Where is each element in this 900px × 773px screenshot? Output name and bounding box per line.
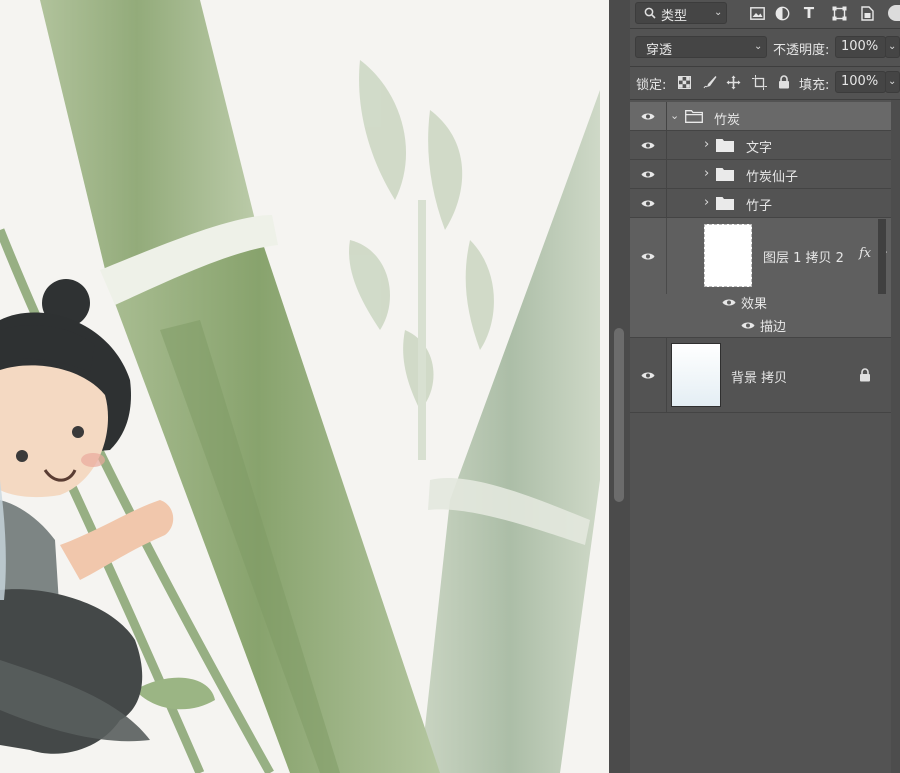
chevron-right-icon[interactable]: › (704, 166, 709, 181)
blend-mode-select[interactable]: 穿透 ⌄ (635, 36, 767, 58)
layer-name: 背景 拷贝 (731, 371, 788, 386)
chevron-right-icon[interactable]: › (704, 137, 709, 152)
lock-image-pixels-icon[interactable] (702, 74, 718, 90)
divider (630, 66, 900, 67)
layer-thumbnail (671, 343, 721, 407)
fill-label: 填充: (799, 78, 830, 93)
layer-name: 竹炭仙子 (746, 170, 799, 185)
folder-icon (716, 197, 734, 210)
filter-toggle-switch[interactable] (888, 5, 900, 21)
blend-mode-value: 穿透 (646, 43, 673, 58)
layers-panel: 类型 ⌄ T 穿透 ⌄ 不透明度: 100% ⌄ 锁定: 填充: 100% ⌄ … (630, 0, 900, 773)
search-icon (644, 7, 656, 19)
layers-list-empty-area[interactable] (630, 413, 891, 773)
lock-label: 锁定: (636, 78, 667, 93)
layers-scroll-track[interactable] (891, 100, 900, 773)
leaf (135, 677, 215, 710)
layer-row-background-copy[interactable]: 背景 拷贝 (630, 338, 891, 413)
chevron-right-icon[interactable]: › (704, 195, 709, 210)
chevron-down-icon: ⌄ (888, 76, 897, 87)
visibility-eye-icon[interactable] (630, 218, 667, 294)
folder-icon (716, 139, 734, 152)
visibility-eye-icon[interactable] (630, 102, 667, 130)
visibility-eye-icon[interactable] (630, 189, 667, 217)
effects-visibility-eye-icon[interactable] (722, 298, 736, 307)
divider (630, 28, 900, 29)
chevron-down-icon[interactable]: ⌄ (670, 109, 679, 122)
canvas-scrollbar-thumb[interactable] (614, 328, 624, 502)
chevron-down-icon: ⌄ (714, 7, 723, 18)
layer-row-group-bamboo-charcoal[interactable]: ⌄ 竹炭 (630, 102, 891, 131)
visibility-eye-icon[interactable] (630, 338, 667, 412)
layer-name: 竹子 (746, 199, 773, 214)
layer-thumbnail (704, 224, 752, 287)
layer-filter-select[interactable]: 类型 ⌄ (635, 2, 727, 24)
layers-scrollbar[interactable] (877, 219, 891, 294)
opacity-dropdown-button[interactable]: ⌄ (885, 36, 900, 58)
opacity-label: 不透明度: (773, 43, 830, 58)
lock-transparent-pixels-icon[interactable] (676, 74, 692, 90)
stroke-effect-label: 描边 (760, 320, 787, 335)
effects-label: 效果 (741, 297, 768, 312)
chevron-down-icon: ⌄ (754, 41, 763, 52)
layer-name: 图层 1 拷贝 2 (763, 251, 844, 266)
folder-open-icon (685, 110, 703, 123)
opacity-input[interactable]: 100% (835, 36, 886, 58)
layer-row-group-bamboo[interactable]: › 竹子 (630, 189, 891, 218)
canvas-artwork (0, 0, 600, 773)
smart-object-filter-icon[interactable] (858, 4, 876, 22)
image-filter-icon[interactable] (748, 4, 766, 22)
fill-input[interactable]: 100% (835, 71, 886, 93)
document-canvas[interactable] (0, 0, 609, 773)
layer-name: 文字 (746, 141, 773, 156)
lock-position-icon[interactable] (725, 74, 741, 90)
adjustment-filter-icon[interactable] (773, 4, 791, 22)
layer-row-group-text[interactable]: › 文字 (630, 131, 891, 160)
stroke-effect-eye-icon[interactable] (741, 321, 755, 330)
visibility-eye-icon[interactable] (630, 131, 667, 159)
folder-icon (716, 168, 734, 181)
type-filter-icon[interactable]: T (800, 4, 818, 22)
layer-name: 竹炭 (714, 113, 741, 128)
shape-filter-icon[interactable] (830, 4, 848, 22)
layer-row-layer-1-copy-2[interactable]: 图层 1 拷贝 2 fx ⌃ 效果 描边 (630, 218, 891, 338)
lock-artboard-icon[interactable] (751, 74, 767, 90)
divider (630, 99, 900, 100)
lock-all-icon[interactable] (776, 74, 792, 90)
background-leaves (349, 60, 494, 460)
layer-row-group-fairy[interactable]: › 竹炭仙子 (630, 160, 891, 189)
chevron-down-icon: ⌄ (888, 41, 897, 52)
lock-icon (860, 368, 870, 382)
fill-dropdown-button[interactable]: ⌄ (885, 71, 900, 93)
visibility-eye-icon[interactable] (630, 160, 667, 188)
fx-badge[interactable]: fx (859, 246, 871, 261)
layer-filter-label: 类型 (661, 9, 688, 24)
